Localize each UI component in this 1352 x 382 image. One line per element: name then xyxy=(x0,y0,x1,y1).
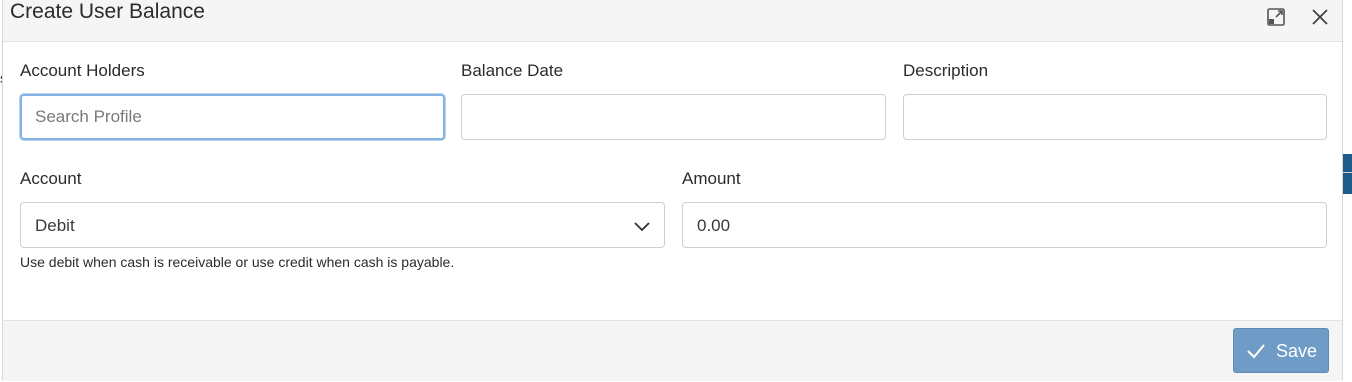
account-holders-search-input[interactable] xyxy=(20,94,445,140)
save-button[interactable]: Save xyxy=(1233,328,1329,373)
amount-value: 0.00 xyxy=(697,216,731,235)
account-select-value: Debit xyxy=(35,216,75,235)
check-icon xyxy=(1246,341,1266,361)
save-button-label: Save xyxy=(1276,341,1318,361)
expand-icon[interactable] xyxy=(1264,5,1288,29)
description-input[interactable] xyxy=(903,94,1327,140)
amount-label: Amount xyxy=(682,169,741,188)
modal-title: Create User Balance xyxy=(10,0,205,23)
create-user-balance-modal: Create User Balance Account Holders Bala… xyxy=(2,0,1343,381)
description-label: Description xyxy=(903,61,989,80)
modal-body: Account Holders Balance Date Description… xyxy=(3,42,1342,320)
chevron-down-icon xyxy=(632,216,652,236)
modal-header: Create User Balance xyxy=(3,0,1342,42)
modal-footer: Save xyxy=(3,320,1342,381)
close-icon[interactable] xyxy=(1308,5,1332,29)
balance-date-label: Balance Date xyxy=(461,61,564,80)
account-select[interactable]: Debit xyxy=(20,202,665,248)
account-help-text: Use debit when cash is receivable or use… xyxy=(20,254,455,270)
account-holders-label: Account Holders xyxy=(20,61,145,80)
balance-date-input[interactable] xyxy=(461,94,886,140)
amount-input[interactable]: 0.00 xyxy=(682,202,1327,248)
account-label: Account xyxy=(20,169,82,188)
